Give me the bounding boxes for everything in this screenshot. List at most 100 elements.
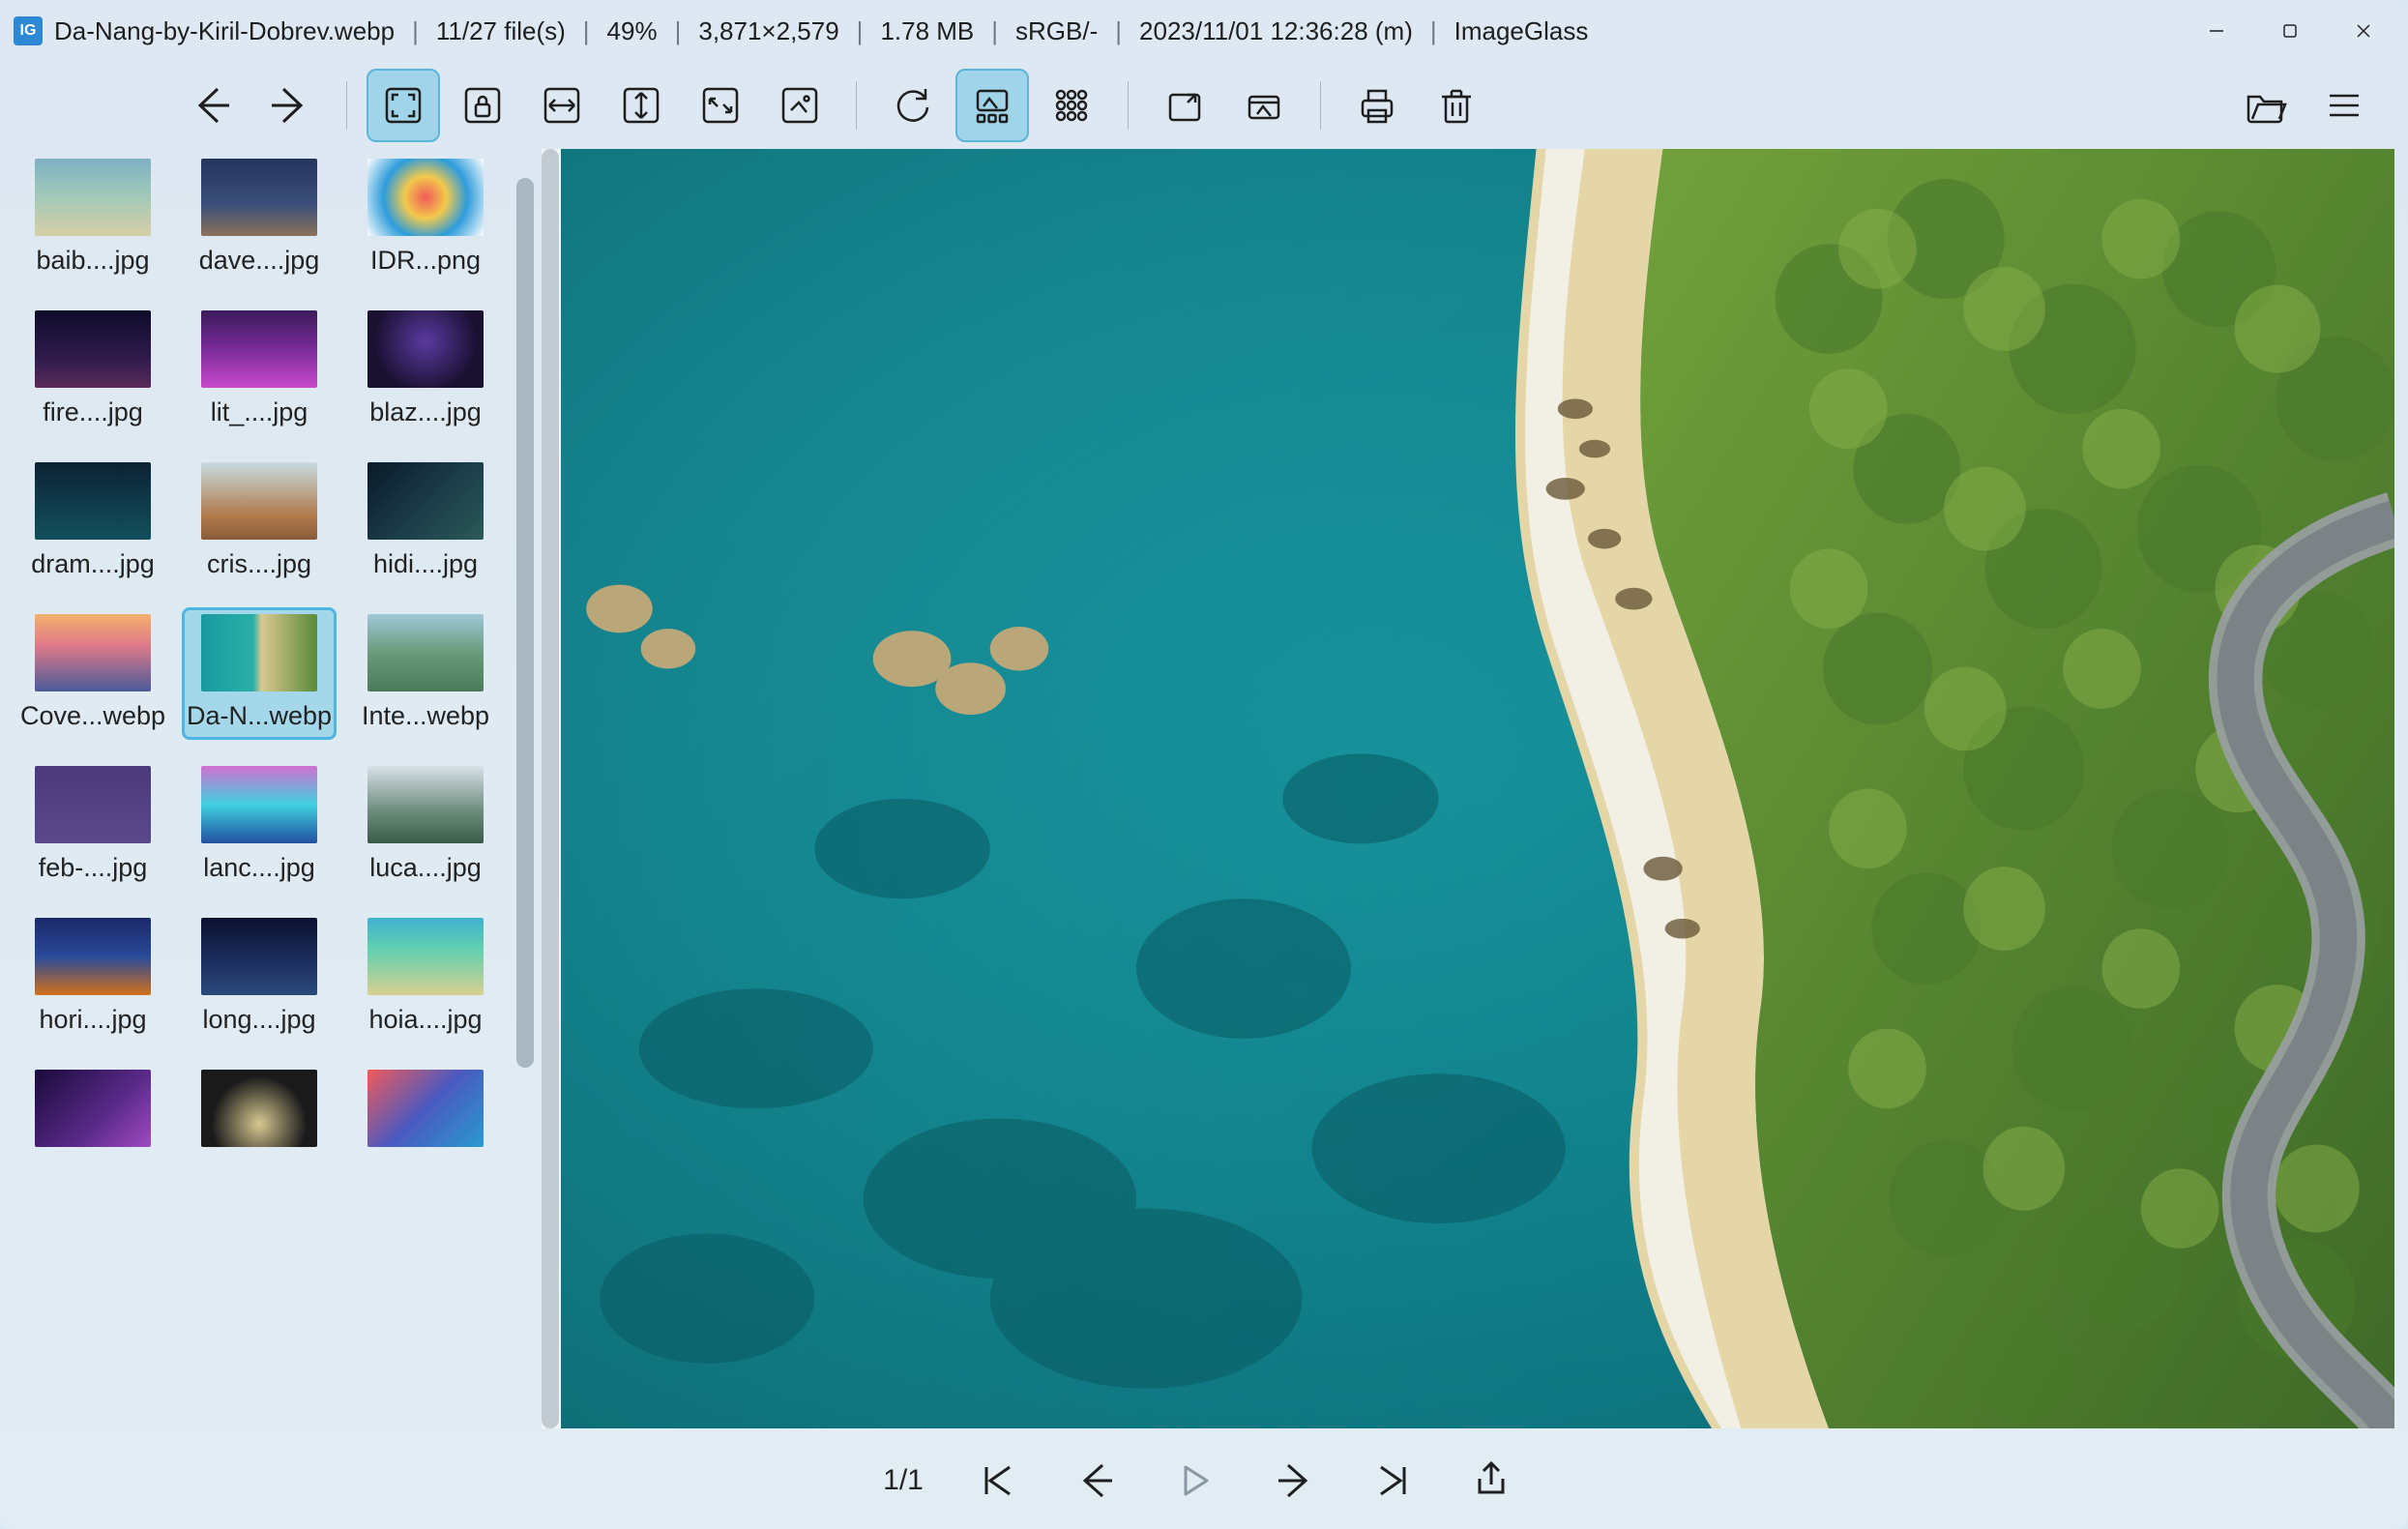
thumbnail-item[interactable]: hidi....jpg (348, 462, 503, 579)
thumbnail-item[interactable]: baib....jpg (15, 159, 170, 276)
title-appname: ImageGlass (1454, 16, 1589, 46)
thumbnail-item[interactable]: hoia....jpg (348, 918, 503, 1035)
thumbnail-label: Cove...webp (20, 701, 165, 731)
thumbnail-label: blaz....jpg (369, 397, 482, 427)
thumbnail-image (201, 462, 317, 540)
thumbnail-image (35, 614, 151, 691)
thumbnail-item[interactable]: Cove...webp (15, 614, 170, 731)
thumbnail-image (367, 766, 484, 843)
thumbnail-image (35, 462, 151, 540)
thumbnail-item[interactable]: dave....jpg (182, 159, 337, 276)
thumbnail-item[interactable] (182, 1070, 337, 1157)
first-frame-button[interactable] (964, 1447, 1032, 1514)
thumbnail-label: fire....jpg (43, 397, 143, 427)
title-datetime: 2023/11/01 12:36:28 (m) (1139, 16, 1413, 46)
thumbnail-item[interactable]: lanc....jpg (182, 766, 337, 883)
thumbnail-image (367, 1070, 484, 1147)
main-image (561, 149, 2394, 1428)
thumbnail-item[interactable]: fire....jpg (15, 310, 170, 427)
nav-forward-button[interactable] (253, 69, 327, 142)
thumbnail-label: hoia....jpg (368, 1005, 482, 1035)
thumbnail-image (35, 918, 151, 995)
thumbnail-item[interactable]: dram....jpg (15, 462, 170, 579)
scale-to-fit-button[interactable] (684, 69, 757, 142)
gallery-panel: baib....jpg dave....jpg IDR...png fire....j… (0, 149, 534, 1428)
export-frames-button[interactable] (1457, 1447, 1525, 1514)
thumbnail-image (201, 159, 317, 236)
thumbnail-label: feb-....jpg (39, 853, 148, 883)
autozoom-button[interactable] (367, 69, 440, 142)
thumbnail-label: lit_....jpg (211, 397, 308, 427)
thumbnail-item[interactable]: Da-N...webp (182, 607, 337, 740)
frame-nav-bar: 1/1 (0, 1432, 2408, 1529)
viewer-scrollbar[interactable] (542, 149, 559, 1428)
image-viewer[interactable] (542, 149, 2394, 1428)
thumbnail-label: baib....jpg (36, 246, 149, 276)
title-bar: IG Da-Nang-by-Kiril-Dobrev.webp | 11/27 … (0, 0, 2408, 62)
thumbnail-item[interactable]: lit_....jpg (182, 310, 337, 427)
thumbnail-image (201, 766, 317, 843)
title-colorspace: sRGB/- (1015, 16, 1098, 46)
refresh-button[interactable] (876, 69, 950, 142)
thumbnail-image (367, 462, 484, 540)
thumbnail-label: dave....jpg (199, 246, 320, 276)
prev-frame-button[interactable] (1063, 1447, 1131, 1514)
thumbnail-bar-button[interactable] (1035, 69, 1108, 142)
toolbar (0, 62, 2408, 149)
scale-to-width-button[interactable] (525, 69, 599, 142)
title-dimensions: 3,871×2,579 (698, 16, 838, 46)
scale-to-fill-button[interactable] (763, 69, 837, 142)
thumbnail-item[interactable]: cris....jpg (182, 462, 337, 579)
window-close-button[interactable] (2327, 4, 2400, 58)
window-maximize-button[interactable] (2253, 4, 2327, 58)
window-fit-button[interactable] (1148, 69, 1221, 142)
thumbnail-item[interactable]: Inte...webp (348, 614, 503, 731)
open-file-button[interactable] (2228, 69, 2302, 142)
gallery-toggle-button[interactable] (955, 69, 1029, 142)
thumbnail-image (35, 766, 151, 843)
title-filesize: 1.78 MB (880, 16, 974, 46)
thumbnail-label: IDR...png (370, 246, 481, 276)
thumbnail-label: hidi....jpg (373, 549, 478, 579)
thumbnail-image (35, 1070, 151, 1147)
thumbnail-item[interactable] (348, 1070, 503, 1157)
thumbnail-label: lanc....jpg (203, 853, 315, 883)
thumbnail-item[interactable]: hori....jpg (15, 918, 170, 1035)
scale-to-height-button[interactable] (604, 69, 678, 142)
thumbnail-image (367, 918, 484, 995)
thumbnail-label: hori....jpg (39, 1005, 146, 1035)
gallery-scrollbar[interactable] (516, 178, 534, 1068)
thumbnail-image (201, 310, 317, 388)
main-menu-button[interactable] (2307, 69, 2381, 142)
thumbnail-image (35, 310, 151, 388)
thumbnail-label: cris....jpg (207, 549, 311, 579)
thumbnail-image (35, 159, 151, 236)
thumbnail-label: luca....jpg (369, 853, 482, 883)
thumbnail-label: Da-N...webp (187, 701, 332, 731)
thumbnail-label: Inte...webp (362, 701, 489, 731)
thumbnail-item[interactable]: IDR...png (348, 159, 503, 276)
delete-button[interactable] (1420, 69, 1493, 142)
thumbnail-item[interactable]: feb-....jpg (15, 766, 170, 883)
thumbnail-image (367, 310, 484, 388)
thumbnail-item[interactable] (15, 1070, 170, 1157)
lock-zoom-button[interactable] (446, 69, 519, 142)
thumbnail-label: dram....jpg (31, 549, 155, 579)
app-icon: IG (14, 16, 43, 45)
play-animation-button[interactable] (1161, 1447, 1229, 1514)
print-button[interactable] (1340, 69, 1414, 142)
thumbnail-item[interactable]: luca....jpg (348, 766, 503, 883)
last-frame-button[interactable] (1359, 1447, 1426, 1514)
frame-counter: 1/1 (883, 1464, 924, 1497)
thumbnail-image (367, 614, 484, 691)
nav-back-button[interactable] (174, 69, 248, 142)
frameless-button[interactable] (1227, 69, 1301, 142)
thumbnail-image (201, 918, 317, 995)
window-minimize-button[interactable] (2180, 4, 2253, 58)
thumbnail-label: long....jpg (202, 1005, 315, 1035)
thumbnail-item[interactable]: blaz....jpg (348, 310, 503, 427)
title-zoom: 49% (607, 16, 658, 46)
next-frame-button[interactable] (1260, 1447, 1328, 1514)
thumbnail-item[interactable]: long....jpg (182, 918, 337, 1035)
thumbnail-image (367, 159, 484, 236)
